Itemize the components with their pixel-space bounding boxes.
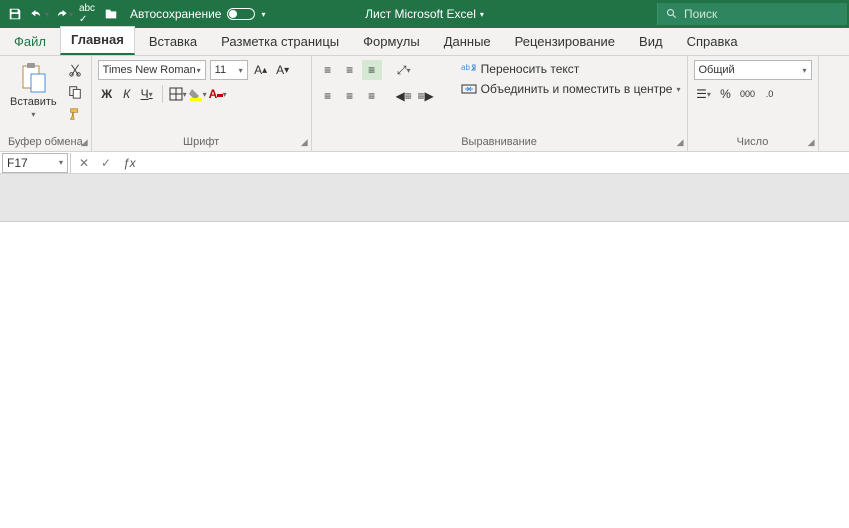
merge-center-button[interactable]: Объединить и поместить в центре ▾ (461, 82, 681, 96)
alignment-launcher-icon[interactable]: ◢ (677, 137, 684, 148)
save-icon[interactable] (4, 3, 26, 25)
font-launcher-icon[interactable]: ◢ (301, 137, 308, 148)
tab-layout[interactable]: Разметка страницы (211, 29, 349, 55)
tab-review[interactable]: Рецензирование (505, 29, 625, 55)
name-box[interactable]: F17▾ (2, 153, 68, 173)
shrink-font-icon[interactable]: A▾ (274, 60, 292, 80)
autosave-toggle[interactable]: Автосохранение ▾ (130, 7, 266, 21)
title-bar: ▾ ▾ abc✓ Автосохранение ▾ Лист Microsoft… (0, 0, 849, 28)
undo-icon[interactable]: ▾ (28, 3, 50, 25)
italic-button[interactable]: К (118, 84, 136, 104)
group-font: Times New Roman▾ 11▾ A▴ A▾ Ж К Ч ▾ ▾ ▾ А… (92, 56, 312, 151)
autosave-label: Автосохранение (130, 7, 221, 21)
ribbon-tabs: Файл Главная Вставка Разметка страницы Ф… (0, 28, 849, 56)
align-center-icon[interactable]: ≡ (340, 86, 360, 106)
borders-icon[interactable]: ▾ (169, 84, 187, 104)
align-middle-icon[interactable]: ≡ (340, 60, 360, 80)
bold-button[interactable]: Ж (98, 84, 116, 104)
formula-bar: F17▾ ✕ ✓ ƒx (0, 152, 849, 174)
increase-decimal-icon[interactable]: .0 (760, 84, 780, 104)
tab-help[interactable]: Справка (677, 29, 748, 55)
fill-color-icon[interactable]: ▾ (189, 84, 207, 104)
tab-data[interactable]: Данные (434, 29, 501, 55)
document-title[interactable]: Лист Microsoft Excel ▾ (365, 7, 484, 21)
paste-button[interactable]: Вставить▾ (6, 60, 61, 121)
open-icon[interactable] (100, 3, 122, 25)
search-icon (666, 8, 678, 20)
number-format-select[interactable]: Общий▾ (694, 60, 812, 80)
ribbon: Вставить▾ Буфер обмена ◢ Times New Roman… (0, 56, 849, 152)
tab-view[interactable]: Вид (629, 29, 673, 55)
formula-input[interactable] (136, 153, 849, 173)
format-painter-icon[interactable] (65, 104, 85, 124)
increase-indent-icon[interactable]: ≡▶ (416, 86, 436, 106)
fx-icon[interactable]: ƒx (123, 156, 136, 170)
redo-icon[interactable]: ▾ (52, 3, 74, 25)
tab-home[interactable]: Главная (60, 26, 135, 55)
decrease-indent-icon[interactable]: ◀≡ (394, 86, 414, 106)
wrap-text-button[interactable]: ab Переносить текст (461, 62, 681, 76)
spellcheck-icon[interactable]: abc✓ (76, 3, 98, 25)
search-label: Поиск (684, 7, 717, 21)
align-top-icon[interactable]: ≡ (318, 60, 338, 80)
group-alignment: ≡ ≡ ≡ ≡ ≡ ≡ ⤢▾ ◀≡ ≡▶ ab (312, 56, 688, 151)
group-clipboard: Вставить▾ Буфер обмена ◢ (0, 56, 92, 151)
currency-icon[interactable]: ☰▾ (694, 84, 714, 104)
tab-insert[interactable]: Вставка (139, 29, 207, 55)
font-family-select[interactable]: Times New Roman▾ (98, 60, 206, 80)
font-color-icon[interactable]: А▾ (209, 84, 227, 104)
group-number: Общий▾ ☰▾ % 000 .0 Число ◢ (688, 56, 819, 151)
align-right-icon[interactable]: ≡ (362, 86, 382, 106)
merge-icon (461, 82, 477, 96)
svg-text:ab: ab (461, 63, 470, 72)
orientation-icon[interactable]: ⤢▾ (394, 60, 414, 80)
comma-style-icon[interactable]: 000 (738, 84, 758, 104)
grow-font-icon[interactable]: A▴ (252, 60, 270, 80)
wrap-text-icon: ab (461, 62, 477, 76)
tab-file[interactable]: Файл (4, 29, 56, 55)
cancel-formula-icon[interactable]: ✕ (73, 156, 95, 170)
search-box[interactable]: Поиск (657, 3, 847, 25)
scroll-spacer (0, 174, 849, 222)
align-left-icon[interactable]: ≡ (318, 86, 338, 106)
enter-formula-icon[interactable]: ✓ (95, 156, 117, 170)
copy-icon[interactable] (65, 82, 85, 102)
tab-formulas[interactable]: Формулы (353, 29, 430, 55)
cut-icon[interactable] (65, 60, 85, 80)
underline-button[interactable]: Ч ▾ (138, 84, 156, 104)
percent-icon[interactable]: % (716, 84, 736, 104)
number-launcher-icon[interactable]: ◢ (808, 137, 815, 148)
font-size-select[interactable]: 11▾ (210, 60, 248, 80)
clipboard-icon (19, 62, 47, 94)
align-bottom-icon[interactable]: ≡ (362, 60, 382, 80)
clipboard-launcher-icon[interactable]: ◢ (81, 137, 88, 148)
